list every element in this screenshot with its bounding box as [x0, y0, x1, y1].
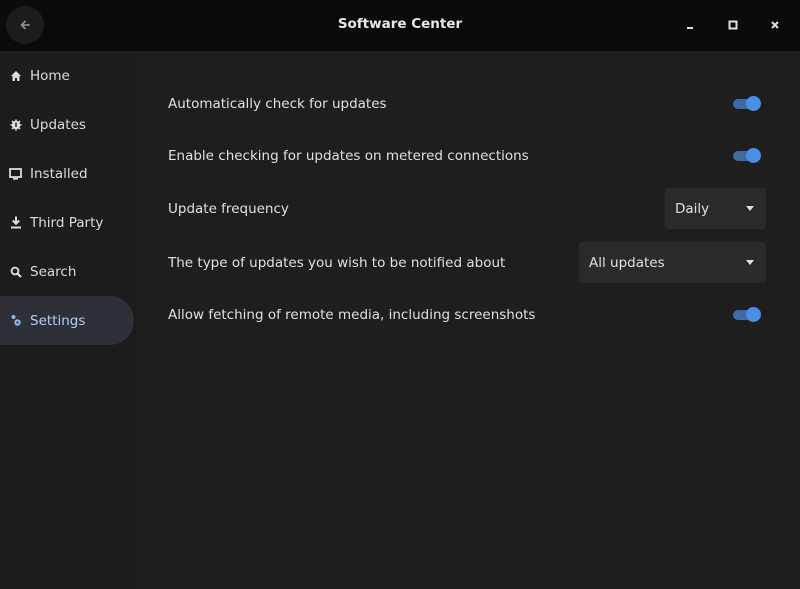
minimize-icon — [687, 27, 693, 29]
sidebar-item-home[interactable]: Home — [0, 51, 134, 100]
settings-panel: Automatically check for updates Enable c… — [136, 51, 800, 589]
sidebar-item-settings[interactable]: Settings — [0, 296, 134, 345]
title-bar: Software Center — [0, 0, 800, 51]
sidebar: Home Updates Installed Third Party Searc… — [0, 51, 135, 589]
settings-icon — [9, 314, 22, 327]
arrow-left-icon — [20, 20, 30, 30]
frequency-dropdown[interactable]: Daily — [665, 188, 766, 229]
sidebar-item-label: Third Party — [30, 214, 104, 231]
download-icon — [9, 216, 22, 229]
sidebar-item-label: Updates — [30, 116, 86, 133]
sidebar-item-search[interactable]: Search — [0, 247, 134, 296]
maximize-button[interactable] — [722, 14, 744, 36]
minimize-button[interactable] — [679, 14, 701, 36]
frequency-value: Daily — [675, 200, 710, 217]
sidebar-item-label: Installed — [30, 165, 88, 182]
auto-check-toggle[interactable] — [732, 96, 762, 112]
frequency-label: Update frequency — [168, 201, 289, 217]
updates-gear-icon — [9, 118, 22, 131]
search-icon — [9, 265, 22, 278]
sidebar-item-label: Home — [30, 67, 70, 84]
notify-type-value: All updates — [589, 254, 665, 271]
metered-toggle[interactable] — [732, 148, 762, 164]
close-button[interactable] — [764, 14, 786, 36]
close-icon — [771, 21, 779, 29]
sidebar-item-installed[interactable]: Installed — [0, 149, 134, 198]
metered-label: Enable checking for updates on metered c… — [168, 148, 529, 164]
chevron-down-icon — [746, 206, 754, 211]
remote-media-toggle[interactable] — [732, 307, 762, 323]
chevron-down-icon — [746, 260, 754, 265]
toggle-knob — [746, 307, 761, 322]
toggle-knob — [746, 148, 761, 163]
toggle-knob — [746, 96, 761, 111]
auto-check-label: Automatically check for updates — [168, 96, 387, 112]
maximize-icon — [728, 20, 738, 30]
monitor-icon — [9, 167, 22, 180]
sidebar-item-third-party[interactable]: Third Party — [0, 198, 134, 247]
home-icon — [9, 69, 22, 82]
notify-type-dropdown[interactable]: All updates — [579, 242, 766, 283]
notify-type-label: The type of updates you wish to be notif… — [168, 255, 506, 271]
sidebar-item-label: Settings — [30, 312, 86, 329]
remote-media-label: Allow fetching of remote media, includin… — [168, 307, 536, 323]
sidebar-item-updates[interactable]: Updates — [0, 100, 134, 149]
back-button[interactable] — [6, 6, 44, 44]
sidebar-item-label: Search — [30, 263, 77, 280]
